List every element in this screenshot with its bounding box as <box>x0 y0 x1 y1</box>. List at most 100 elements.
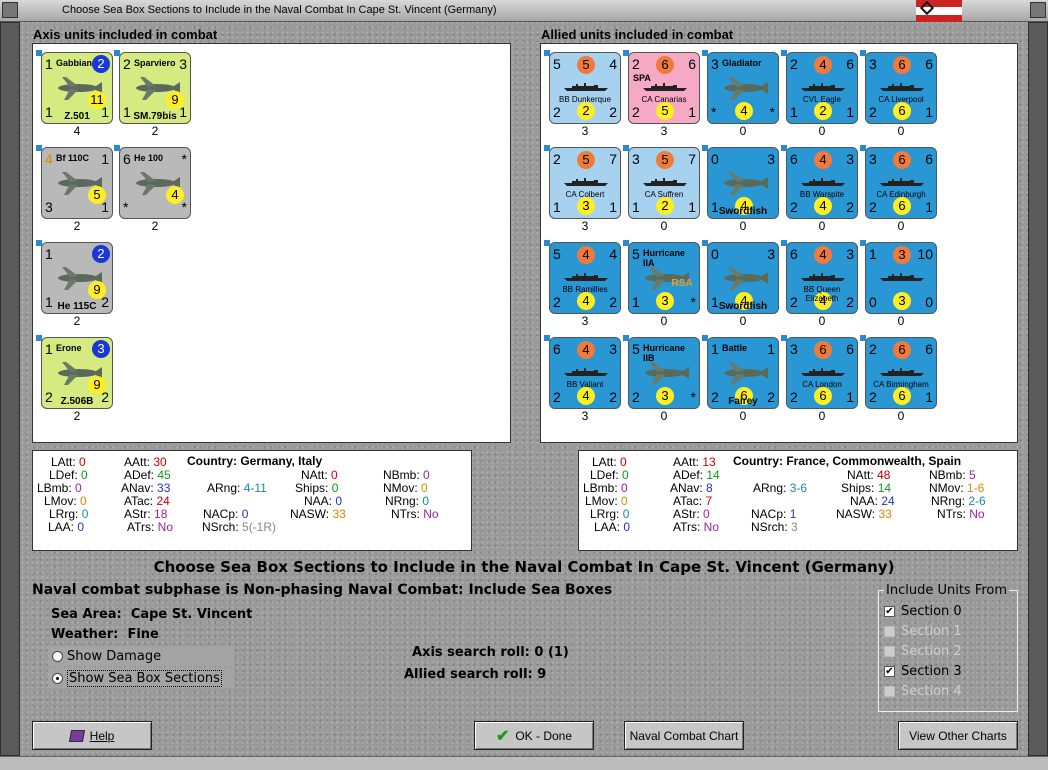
axis-unit-counter[interactable]: Bf 110C 4 1 3 1 5 <box>41 147 113 219</box>
axis-unit-count: 2 <box>73 314 81 328</box>
allied-unit-counter[interactable]: 5 4 2 2 4 4 BB Ramillies <box>549 242 621 314</box>
axis-nacp: 0 <box>241 507 249 521</box>
view-other-charts-button[interactable]: View Other Charts <box>898 721 1018 750</box>
axis-laa: 0 <box>77 520 85 534</box>
counter-bottom-left-value: 1 <box>632 199 640 215</box>
counter-top-right-value: * <box>181 151 187 167</box>
counter-top-right-value: 3 <box>846 246 854 262</box>
counter-bottom-circle: 3 <box>656 292 674 310</box>
allied-unit-counter[interactable]: 0 3 1 4 Swordfish <box>707 242 779 314</box>
show-damage-radio[interactable]: Show Damage <box>48 646 234 666</box>
allied-unit-counter[interactable]: 3 6 2 1 6 6 CA London <box>786 337 858 409</box>
window-corner-right <box>1030 2 1046 18</box>
counter-bottom-right-value: 1 <box>609 199 617 215</box>
allied-ntrs: No <box>969 507 985 521</box>
show-sections-radio[interactable]: Show Sea Box Sections <box>48 668 234 688</box>
allied-unit-counter[interactable]: 5 4 2 2 5 2 BB Dunkerque <box>549 52 621 124</box>
ship-silhouette-icon <box>801 83 845 91</box>
unit-marker-icon <box>702 240 708 246</box>
axis-nmov: 0 <box>421 481 428 495</box>
ok-done-button[interactable]: ✔ OK - Done <box>474 721 594 750</box>
counter-top-circle: 3 <box>893 246 911 264</box>
weather-label: Weather: <box>51 627 119 642</box>
help-button[interactable]: Help <box>32 721 152 750</box>
counter-unit-name: CA Liverpool <box>878 95 924 104</box>
allied-unit-counter[interactable]: 0 3 1 4 Swordfish <box>707 147 779 219</box>
counter-bottom-circle: 5 <box>656 102 674 120</box>
counter-top-left-value: 6 <box>790 246 798 262</box>
allied-unit-counter[interactable]: 2 6 2 1 6 6 CA Birmingham <box>865 337 937 409</box>
counter-top-right-value: 3 <box>609 341 617 357</box>
allied-unit-count: 0 <box>897 219 905 233</box>
counter-top-right-value: 3 <box>179 56 187 72</box>
counter-top-left-value: 3 <box>711 56 719 72</box>
allied-unit-counter[interactable]: Battle 1 1 2 2 6 Fairey <box>707 337 779 409</box>
counter-bottom-circle: 6 <box>893 387 911 405</box>
allied-unit-counter[interactable]: 6 3 2 2 4 4 BB Queen Elizabeth <box>786 242 858 314</box>
counter-top-right-value: 10 <box>917 246 933 262</box>
section-0-checkbox[interactable]: ✔ Section 0 <box>884 604 962 619</box>
allied-unit-counter[interactable]: 2 6 2 1 6 5 CA Canarias SPA <box>628 52 700 124</box>
allied-unit-counter[interactable]: 1 10 0 0 3 3 <box>865 242 937 314</box>
ship-silhouette-icon <box>880 368 924 376</box>
allied-unit-counter[interactable]: Gladiator 3 * * 4 <box>707 52 779 124</box>
section-3-checkbox[interactable]: ✔ Section 3 <box>884 664 962 679</box>
sea-area-row: Sea Area: Cape St. Vincent <box>51 607 252 622</box>
counter-unit-subname: RSA <box>671 278 693 289</box>
counter-top-right-value: 3 <box>767 246 775 262</box>
counter-mid-circle: 9 <box>166 91 184 109</box>
allied-unit-counter[interactable]: Hurricane IIA 5 1 * 3 RSA <box>628 242 700 314</box>
counter-bottom-right-value: * <box>181 199 187 215</box>
counter-unit-subname: Z.506B <box>60 396 94 407</box>
allied-unit-count: 3 <box>581 124 589 138</box>
status-bar <box>0 756 1048 770</box>
naval-combat-window: Choose Sea Box Sections to Include in th… <box>0 0 1048 770</box>
counter-bottom-right-value: 2 <box>609 389 617 405</box>
allied-nrng: 2-6 <box>968 494 986 508</box>
sea-area-label: Sea Area: <box>51 607 122 622</box>
axis-unit-counter[interactable]: Erone 1 3 2 2 9 Z.506B <box>41 337 113 409</box>
naval-combat-chart-button[interactable]: Naval Combat Chart <box>624 721 744 750</box>
help-book-icon <box>68 729 85 742</box>
counter-bottom-right-value: 1 <box>688 104 696 120</box>
counter-bottom-left-value: 3 <box>45 199 53 215</box>
checkbox-checked-icon: ✔ <box>884 666 895 677</box>
axis-unit-counter[interactable]: 1 2 1 2 9 He 115C <box>41 242 113 314</box>
allied-unit-counter[interactable]: 2 6 1 1 4 2 CVL Eagle <box>786 52 858 124</box>
counter-bottom-circle: 4 <box>577 387 595 405</box>
ship-silhouette-icon <box>643 83 687 91</box>
counter-bottom-left-value: 1 <box>632 294 640 310</box>
allied-unit-counter[interactable]: 3 7 1 1 5 2 CA Suffren <box>628 147 700 219</box>
counter-unit-subname: SM.79bis <box>133 111 177 122</box>
axis-unit-counter[interactable]: Gabbiano 1 2 1 1 11 Z.501 <box>41 52 113 124</box>
counter-top-circle: 4 <box>814 56 832 74</box>
counter-bottom-left-value: 2 <box>632 104 640 120</box>
unit-marker-icon <box>623 240 629 246</box>
ship-silhouette-icon <box>801 178 845 186</box>
allied-unit-counter[interactable]: 6 3 2 2 4 4 BB Valiant <box>549 337 621 409</box>
axis-unit-counter[interactable]: Sparviero 2 3 1 1 9 SM.79bis <box>119 52 191 124</box>
ship-silhouette-icon <box>643 178 687 186</box>
unit-marker-icon <box>114 145 120 151</box>
allied-unit-counter[interactable]: 2 7 1 1 5 3 CA Colbert <box>549 147 621 219</box>
weather-row: Weather: Fine <box>51 627 159 642</box>
counter-top-left-value: 1 <box>869 246 877 262</box>
axis-unit-count: 2 <box>73 219 81 233</box>
allied-unit-counter[interactable]: 3 6 2 1 6 6 CA Liverpool <box>865 52 937 124</box>
counter-top-circle: 4 <box>814 151 832 169</box>
allied-nsrch: 3 <box>791 520 798 534</box>
counter-top-left-value: 6 <box>123 151 131 167</box>
axis-country-label: Country: <box>187 454 237 468</box>
allied-unit-counter[interactable]: Hurricane IIB 5 2 * 3 <box>628 337 700 409</box>
ship-silhouette-icon <box>564 83 608 91</box>
axis-unit-counter[interactable]: He 100 6 * * * 4 <box>119 147 191 219</box>
unit-marker-icon <box>702 335 708 341</box>
counter-top-left-value: 3 <box>790 341 798 357</box>
counter-unit-subname: He 115C <box>57 301 97 312</box>
allied-unit-counter[interactable]: 6 3 2 2 4 4 BB Warspite <box>786 147 858 219</box>
counter-top-circle: 5 <box>656 151 674 169</box>
allied-unit-counter[interactable]: 3 6 2 1 6 6 CA Edinburgh <box>865 147 937 219</box>
counter-top-right-value: 6 <box>846 341 854 357</box>
unit-marker-icon <box>623 335 629 341</box>
counter-bottom-right-value: 0 <box>925 294 933 310</box>
